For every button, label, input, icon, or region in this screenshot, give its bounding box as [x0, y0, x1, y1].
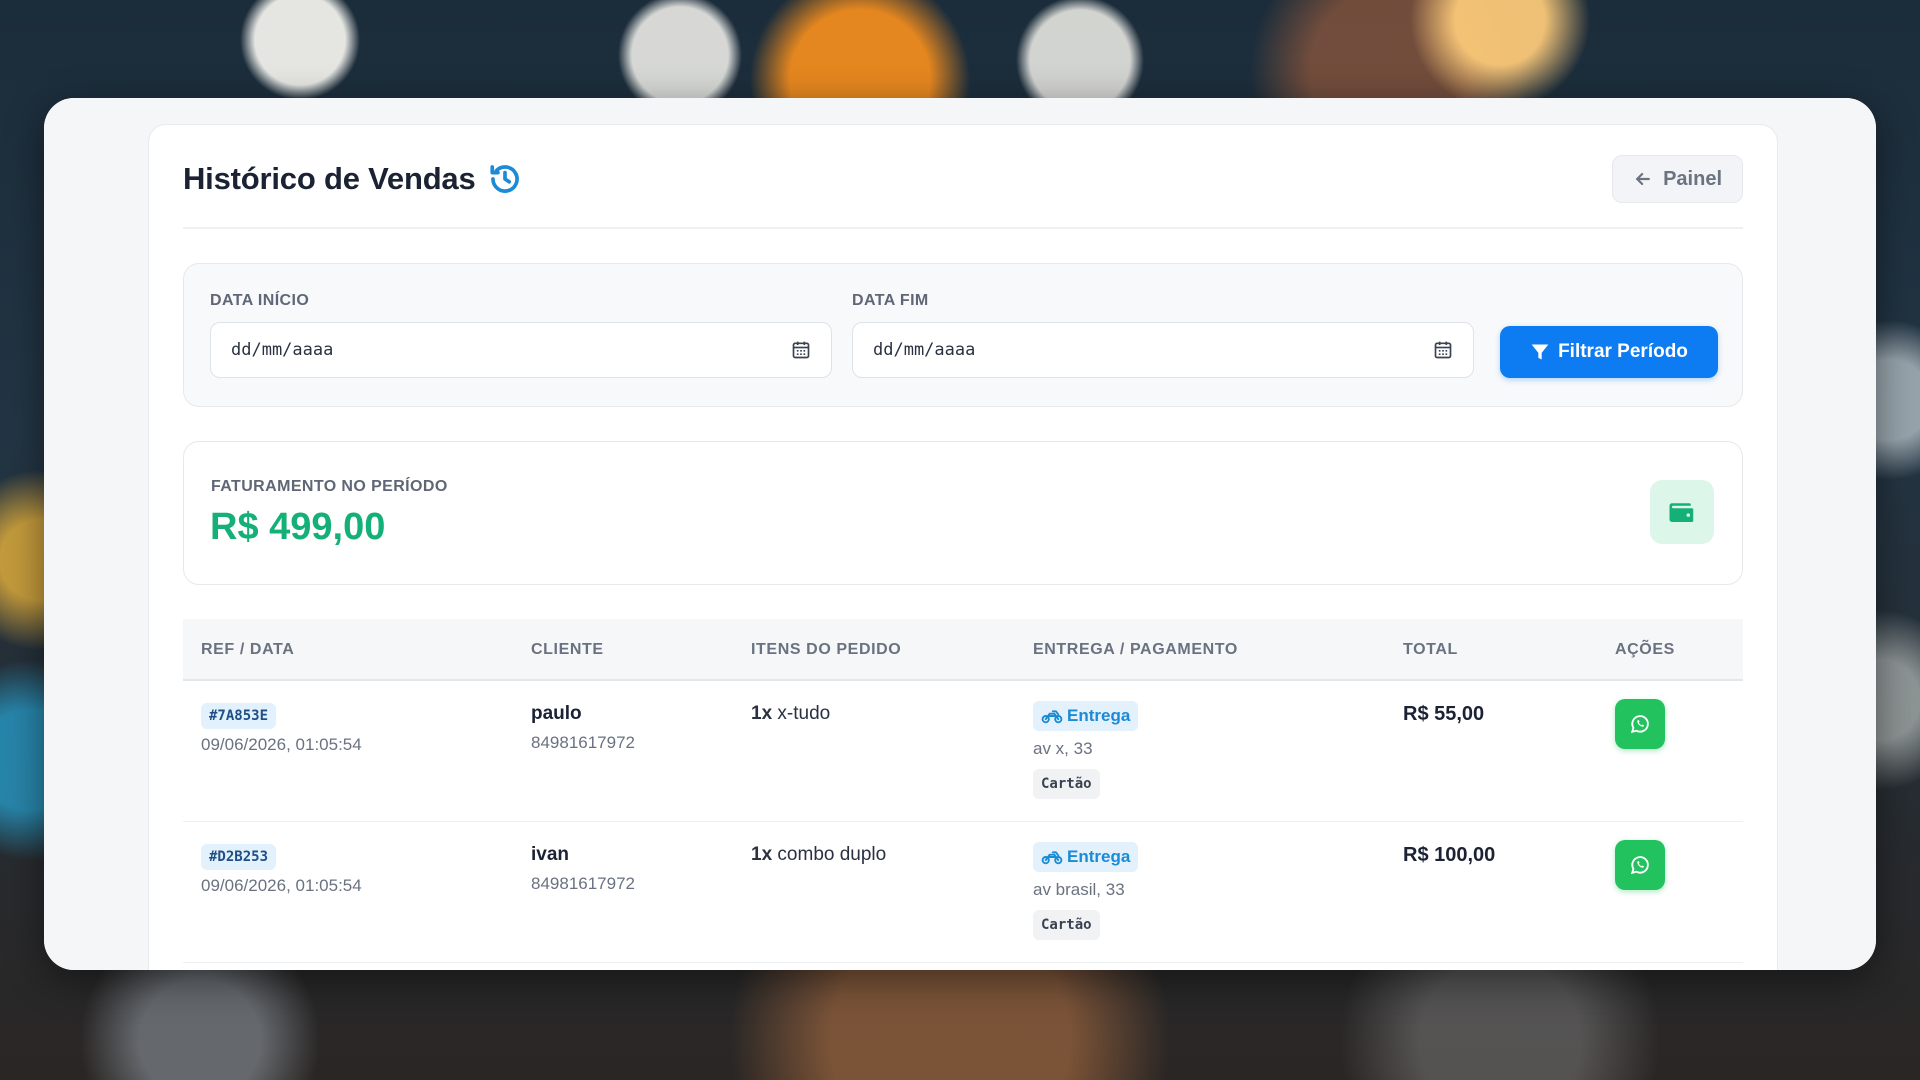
calendar-icon[interactable]: [791, 340, 811, 360]
wallet-badge: [1650, 480, 1714, 544]
delivery-badge: Entrega: [1033, 842, 1139, 872]
wallet-icon: [1669, 503, 1694, 522]
delivery-badge: Entrega: [1033, 701, 1139, 731]
title-group: Histórico de Vendas: [183, 161, 522, 197]
order-date: 09/06/2026, 01:05:54: [201, 876, 362, 895]
payment-badge: Cartão: [1033, 910, 1100, 940]
delivery-address: av x, 33: [1033, 739, 1093, 758]
back-button-label: Painel: [1663, 167, 1722, 190]
page-header: Histórico de Vendas Painel: [183, 125, 1743, 229]
client-name: ivan: [531, 844, 570, 865]
whatsapp-button[interactable]: [1615, 699, 1665, 749]
whatsapp-icon: [1630, 715, 1649, 734]
header-total: TOTAL: [1403, 641, 1458, 658]
calendar-icon[interactable]: [1433, 340, 1453, 360]
start-date-value: dd/mm/aaaa: [231, 340, 334, 360]
motorcycle-icon: [1041, 710, 1063, 724]
period-filter: DATA INÍCIO dd/mm/aaaa DATA FIM dd/mm/aa…: [183, 263, 1743, 407]
table-row: #D2B253 09/06/2026, 01:05:54 ivan 849816…: [183, 822, 1743, 963]
delivery-label: Entrega: [1067, 706, 1131, 725]
table-row: #7A853E 09/06/2026, 01:05:54 paulo 84981…: [183, 681, 1743, 822]
table-header: REF / DATA CLIENTE ITENS DO PEDIDO ENTRE…: [183, 619, 1743, 681]
header-ref-date: REF / DATA: [201, 641, 295, 658]
back-to-panel-button[interactable]: Painel: [1612, 155, 1743, 203]
revenue-summary: FATURAMENTO NO PERÍODO R$ 499,00: [183, 441, 1743, 585]
order-total: R$ 55,00: [1403, 703, 1485, 725]
history-icon: [489, 165, 519, 193]
end-date-value: dd/mm/aaaa: [873, 340, 976, 360]
delivery-address: av brasil, 33: [1033, 880, 1125, 899]
sales-table: REF / DATA CLIENTE ITENS DO PEDIDO ENTRE…: [183, 619, 1743, 963]
end-date-input[interactable]: dd/mm/aaaa: [852, 322, 1474, 378]
sales-history-card: Histórico de Vendas Painel DATA INÍCIO d…: [148, 124, 1778, 970]
header-actions: AÇÕES: [1615, 641, 1675, 658]
item-name: combo duplo: [777, 844, 887, 865]
header-delivery-payment: ENTREGA / PAGAMENTO: [1033, 641, 1238, 658]
header-client: CLIENTE: [531, 641, 604, 658]
app-background: Histórico de Vendas Painel DATA INÍCIO d…: [44, 98, 1876, 970]
filter-period-button[interactable]: Filtrar Período: [1500, 326, 1718, 378]
motorcycle-icon: [1041, 851, 1063, 865]
app-window: Histórico de Vendas Painel DATA INÍCIO d…: [44, 98, 1876, 970]
revenue-label: FATURAMENTO NO PERÍODO: [211, 478, 448, 495]
order-ref-badge: #7A853E: [201, 703, 277, 729]
filter-button-label: Filtrar Período: [1558, 341, 1688, 362]
order-ref-badge: #D2B253: [201, 844, 277, 870]
header-items: ITENS DO PEDIDO: [751, 641, 902, 658]
client-phone: 84981617972: [531, 874, 636, 893]
client-name: paulo: [531, 703, 582, 724]
order-item: 1x combo duplo: [751, 844, 886, 866]
funnel-icon: [1531, 344, 1549, 360]
page-title: Histórico de Vendas: [183, 161, 476, 196]
whatsapp-button[interactable]: [1615, 840, 1665, 890]
start-date-input[interactable]: dd/mm/aaaa: [210, 322, 832, 378]
order-date: 09/06/2026, 01:05:54: [201, 735, 362, 754]
revenue-value: R$ 499,00: [210, 506, 386, 548]
start-date-label: DATA INÍCIO: [210, 292, 310, 309]
order-item: 1x x-tudo: [751, 703, 830, 725]
delivery-label: Entrega: [1067, 847, 1131, 866]
client-phone: 84981617972: [531, 733, 636, 752]
whatsapp-icon: [1630, 856, 1649, 875]
end-date-label: DATA FIM: [852, 292, 929, 309]
arrow-left-icon: [1636, 172, 1650, 186]
payment-badge: Cartão: [1033, 769, 1100, 799]
item-name: x-tudo: [777, 703, 831, 724]
item-quantity: 1x: [751, 844, 773, 865]
item-quantity: 1x: [751, 703, 773, 724]
order-total: R$ 100,00: [1403, 844, 1496, 866]
